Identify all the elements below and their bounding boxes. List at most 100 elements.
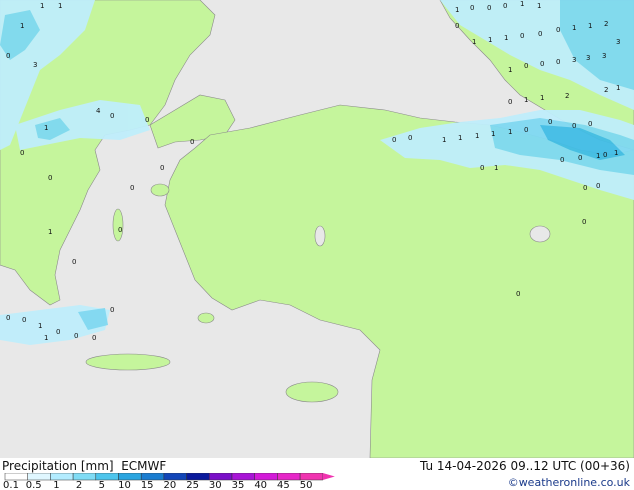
point-value-label: 0 — [516, 290, 520, 298]
point-value-label: 2 — [604, 20, 608, 28]
legend-tick-label: 45 — [277, 480, 290, 490]
point-value-label: 1 — [472, 38, 476, 46]
point-value-label: 1 — [442, 136, 446, 144]
legend-swatch — [118, 473, 142, 481]
point-value-label: 0 — [92, 334, 96, 342]
legend-swatch — [4, 473, 28, 481]
point-value-label: 0 — [118, 226, 122, 234]
valid-time: Tu 14-04-2026 09..12 UTC (00+36) — [419, 459, 630, 473]
point-value-label: 0 — [74, 332, 78, 340]
point-value-label: 1 — [20, 22, 24, 30]
legend-tick-label: 0.5 — [25, 480, 42, 490]
point-value-label: 0 — [503, 2, 507, 10]
point-value-label: 0 — [470, 4, 474, 12]
point-value-label: 1 — [540, 94, 544, 102]
point-value-label: 1 — [475, 132, 479, 140]
point-value-label: 3 — [33, 61, 37, 69]
point-value-label: 0 — [72, 258, 76, 266]
legend-swatch — [186, 473, 210, 481]
legend-tick-label: 50 — [299, 480, 313, 490]
point-value-label: 0 — [556, 26, 560, 34]
point-value-label: 1 — [572, 24, 576, 32]
legend-tick-label: 15 — [140, 480, 154, 490]
point-value-label: 0 — [6, 314, 10, 322]
legend-swatch — [140, 473, 165, 481]
point-value-label: 0 — [596, 182, 600, 190]
legend-tick-label: 35 — [231, 480, 245, 490]
point-value-label: 0 — [524, 62, 528, 70]
legend-tick-label: 30 — [208, 480, 222, 490]
point-value-label: 3 — [602, 52, 606, 60]
point-value-label: 0 — [6, 52, 10, 60]
legend-swatch — [254, 473, 278, 481]
point-value-label: 1 — [508, 128, 512, 136]
point-value-label: 1 — [488, 36, 492, 44]
point-value-label: 0 — [603, 151, 607, 159]
island-lake-van — [529, 225, 551, 243]
point-value-label: 0 — [538, 30, 542, 38]
point-value-label: 1 — [455, 6, 459, 14]
island-rhodes — [197, 312, 215, 324]
point-value-label: 1 — [40, 2, 44, 10]
precipitation-map: 1 11031 0 0 0 1 101 1 1 0 0 0 1 1 2331 0 0 0 3 32 10 1 1 21 1 1 1 1… — [0, 0, 634, 458]
legend-swatch — [277, 473, 301, 481]
point-value-label: 1 — [494, 164, 498, 172]
point-value-label: 0 — [22, 316, 26, 324]
legend-swatch — [231, 473, 255, 481]
point-value-label: 0 — [480, 164, 484, 172]
legend-tick-label: 5 — [98, 480, 105, 490]
point-value-label: 0 — [110, 112, 114, 120]
point-value-label: 1 — [537, 2, 541, 10]
point-value-label: 0 — [560, 156, 564, 164]
legend-swatch — [209, 473, 233, 481]
point-value-label: 1 — [520, 0, 524, 8]
product-title: Precipitation [mm] ECMWF — [2, 459, 166, 473]
point-value-label: 0 — [520, 32, 524, 40]
point-value-label: 4 — [96, 107, 101, 115]
forecast-map-frame: 1110310001101110001123310003321011211111… — [0, 0, 634, 490]
legend-tick-label: 0.1 — [3, 480, 19, 490]
credit-link[interactable]: ©weatheronline.co.uk — [508, 476, 630, 489]
point-value-label: 0 — [578, 154, 582, 162]
point-value-label: 1 — [44, 124, 48, 132]
point-value-label: 0 — [548, 118, 552, 126]
island-cyprus — [285, 381, 339, 403]
point-value-label: 0 — [487, 4, 491, 12]
point-value-label: 0 — [20, 149, 24, 157]
point-value-label: 0 — [556, 58, 560, 66]
legend-tick-label: 40 — [254, 480, 268, 490]
point-value-label: 0 — [110, 306, 114, 314]
point-value-label: 1 — [524, 96, 528, 104]
point-value-label: 1 — [504, 34, 508, 42]
point-value-label: 0 — [145, 116, 149, 124]
point-value-label: 0 — [540, 60, 544, 68]
point-value-label: 0 — [524, 126, 528, 134]
map-footer: Precipitation [mm] ECMWF Tu 14-04-2026 0… — [0, 458, 634, 490]
point-value-label: 1 — [58, 2, 62, 10]
point-value-label: 1 — [614, 149, 618, 157]
island-lesbos — [150, 183, 170, 197]
point-value-label: 0 — [572, 122, 576, 130]
point-value-label: 0 — [508, 98, 512, 106]
legend-swatch — [163, 473, 187, 481]
legend-tick-label: 10 — [118, 480, 131, 490]
point-value-label: 1 — [588, 22, 592, 30]
point-value-label: 1 — [38, 322, 42, 330]
point-value-label: 0 — [190, 138, 194, 146]
product-label: Precipitation [mm] — [2, 459, 114, 473]
legend-tick-label: 2 — [75, 480, 83, 490]
point-value-label: 0 — [160, 164, 164, 172]
model-label: ECMWF — [121, 459, 167, 473]
point-value-label: 1 — [44, 334, 48, 342]
island-crete — [85, 353, 171, 371]
point-value-label: 0 — [56, 328, 60, 336]
point-value-label: 0 — [408, 134, 412, 142]
point-value-label: 1 — [596, 152, 600, 160]
point-value-label: 2 — [565, 92, 569, 100]
legend-swatch — [72, 473, 97, 481]
point-value-label: 2 — [604, 86, 608, 94]
point-value-label: 0 — [130, 184, 134, 192]
legend-tick-label: 1 — [53, 480, 60, 490]
legend-swatch — [95, 473, 119, 481]
point-value-label: 0 — [392, 136, 396, 144]
